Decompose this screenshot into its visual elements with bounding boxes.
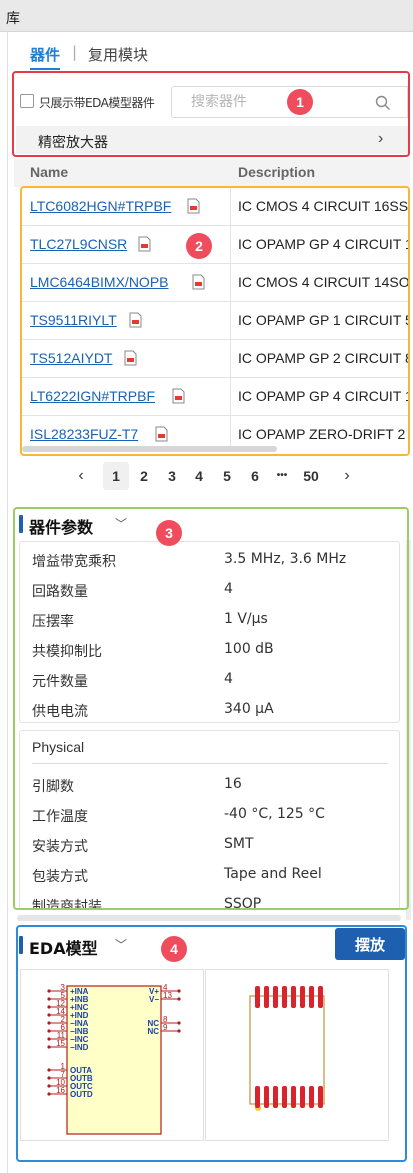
window-title: 库	[6, 11, 20, 27]
tab-reusable-modules[interactable]: 复用模块	[88, 44, 148, 65]
page-button-1[interactable]: 1	[103, 462, 129, 490]
pagination: ‹ 1 2 3 4 5 6 ••• 50 ›	[0, 462, 413, 490]
annotation-badge-2: 2	[186, 233, 212, 259]
annotation-box-3	[13, 507, 409, 910]
annotation-badge-1: 1	[287, 89, 313, 115]
annotation-box-4	[16, 925, 407, 1162]
page-button-2[interactable]: 2	[131, 462, 157, 490]
page-button-3[interactable]: 3	[159, 462, 185, 490]
window-titlebar: 库	[0, 0, 413, 32]
prev-page-button[interactable]: ‹	[68, 462, 94, 490]
tab-separator: |	[72, 43, 78, 61]
annotation-badge-3: 3	[156, 520, 182, 546]
column-header-description: Description	[238, 164, 316, 180]
page-button-4[interactable]: 4	[186, 462, 212, 490]
page-button-5[interactable]: 5	[214, 462, 240, 490]
results-table-header: Name Description	[14, 159, 410, 187]
page-ellipsis[interactable]: •••	[269, 462, 295, 490]
page-button-6[interactable]: 6	[242, 462, 268, 490]
column-header-name: Name	[30, 164, 69, 180]
annotation-badge-4: 4	[161, 936, 187, 962]
next-page-button[interactable]: ›	[334, 462, 360, 490]
active-tab-underline	[30, 68, 60, 70]
tab-components[interactable]: 器件	[30, 44, 60, 65]
page-button-last[interactable]: 50	[296, 462, 326, 490]
annotation-box-1	[12, 71, 410, 157]
section-separator	[17, 915, 401, 921]
annotation-box-2	[20, 186, 410, 456]
